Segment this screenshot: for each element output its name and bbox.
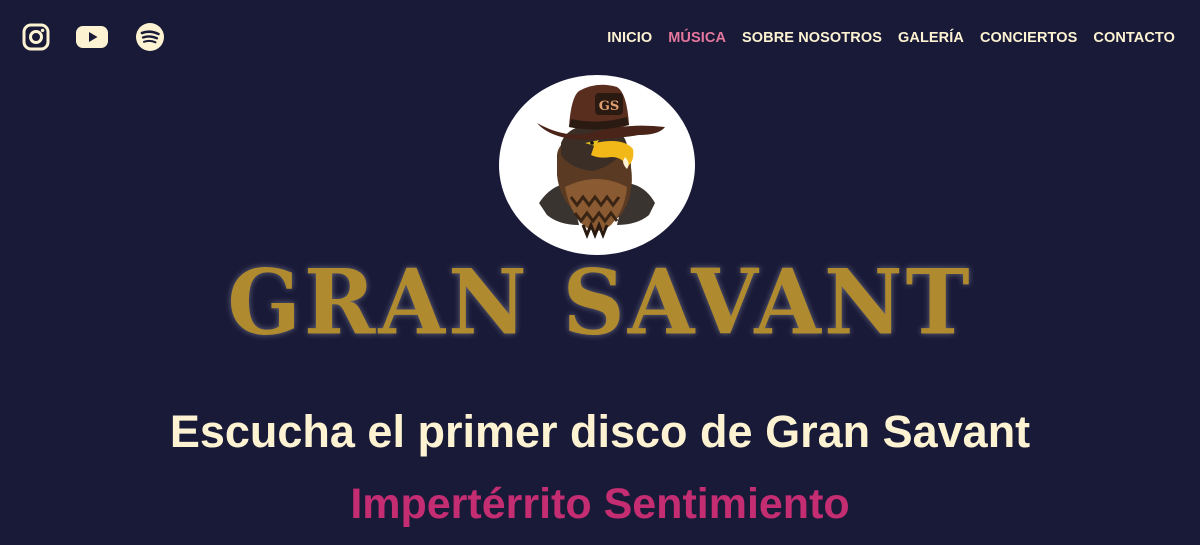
hat-initials: GS [599, 99, 620, 114]
page: INICIO MÚSICA SOBRE NOSOTROS GALERÍA CON… [0, 0, 1200, 545]
nav-item-galeria[interactable]: GALERÍA [898, 30, 964, 46]
spotify-icon [136, 23, 164, 51]
instagram-icon [22, 23, 50, 51]
youtube-link[interactable] [76, 25, 108, 54]
nav-item-contacto[interactable]: CONTACTO [1093, 30, 1175, 46]
nav-item-sobre-nosotros[interactable]: SOBRE NOSOTROS [742, 30, 882, 46]
nav-item-musica[interactable]: MÚSICA [668, 30, 726, 46]
eagle-cowboy-illustration: GS [537, 84, 665, 240]
main-nav: INICIO MÚSICA SOBRE NOSOTROS GALERÍA CON… [607, 30, 1175, 46]
spotify-link[interactable] [135, 22, 165, 57]
nav-item-conciertos[interactable]: CONCIERTOS [980, 30, 1077, 46]
album-title: Impertérrito Sentimiento [350, 480, 850, 528]
instagram-link[interactable] [22, 23, 50, 56]
nav-item-inicio[interactable]: INICIO [607, 30, 652, 46]
band-name-wordmark: GRAN SAVANT [227, 249, 973, 356]
social-links [22, 22, 165, 57]
band-logo: GS [499, 75, 695, 255]
youtube-icon [76, 26, 108, 48]
hero-headline: Escucha el primer disco de Gran Savant [169, 406, 1031, 457]
